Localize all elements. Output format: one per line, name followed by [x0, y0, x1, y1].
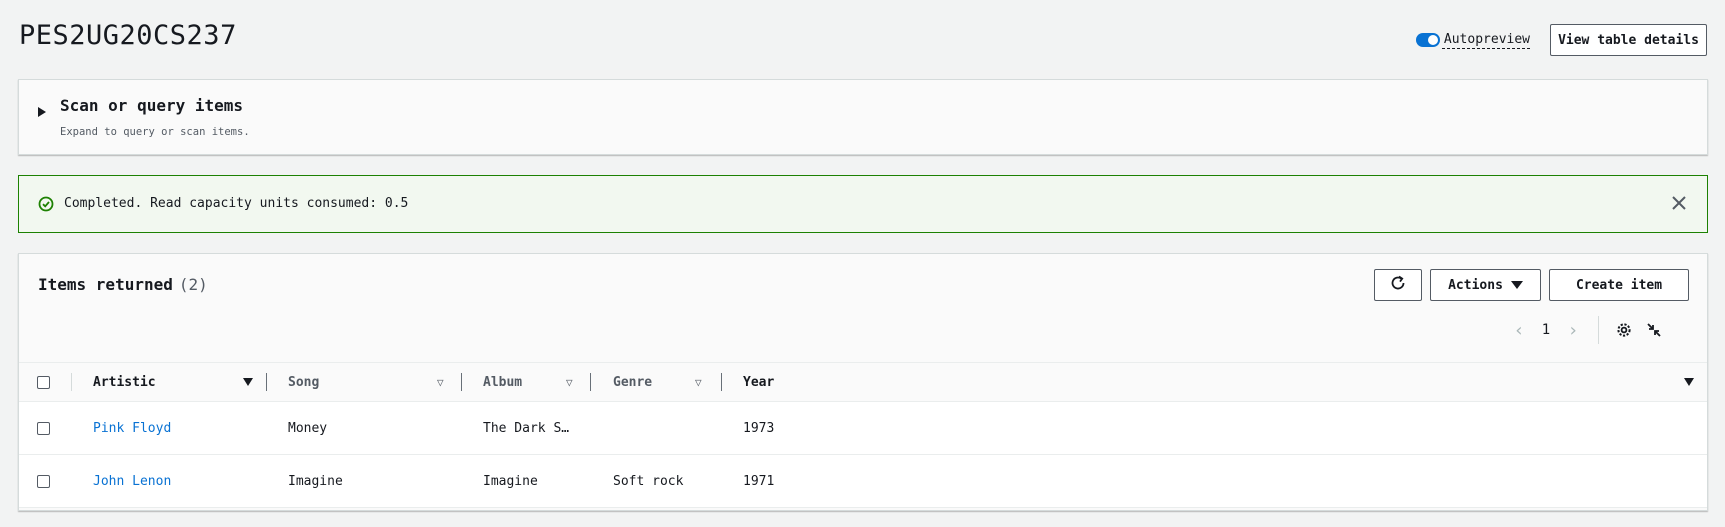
song-cell: Imagine: [288, 473, 343, 489]
row-checkbox[interactable]: [37, 455, 50, 507]
success-flashbar: Completed. Read capacity units consumed:…: [18, 175, 1708, 233]
caret-down-icon: [1510, 281, 1523, 289]
flash-message: Completed. Read capacity units consumed:…: [64, 196, 409, 211]
genre-cell: Soft rock: [613, 473, 684, 489]
autopreview-label[interactable]: Autopreview: [1441, 32, 1530, 49]
items-heading: Items returned (2): [38, 275, 208, 294]
expander-title[interactable]: Scan or query items: [60, 96, 243, 115]
artistic-link[interactable]: John Lenon: [93, 455, 171, 507]
items-table: Artistic Song ▽ Album ▽ Genre ▽ Year Pin…: [19, 362, 1707, 508]
table-row[interactable]: John Lenon Imagine Imagine Soft rock 197…: [19, 455, 1707, 508]
check-circle-icon: [38, 196, 54, 216]
items-returned-panel: Items returned (2) Actions Create item ‹ …: [18, 253, 1708, 511]
sort-icon[interactable]: ▽: [437, 376, 444, 389]
page-title: PES2UG20CS237: [19, 20, 237, 51]
create-item-button[interactable]: Create item: [1549, 269, 1689, 301]
refresh-icon: [1389, 274, 1407, 296]
page-number[interactable]: 1: [1530, 322, 1562, 338]
gear-icon[interactable]: [1609, 322, 1639, 338]
refresh-button[interactable]: [1374, 269, 1422, 301]
song-cell: Money: [288, 420, 328, 436]
toggle-switch[interactable]: [1415, 33, 1440, 47]
sort-icon[interactable]: ▽: [566, 376, 573, 389]
scan-query-expander[interactable]: Scan or query items Expand to query or s…: [18, 79, 1708, 155]
sort-desc-icon[interactable]: [243, 378, 253, 386]
collapse-arrows-icon[interactable]: [1639, 322, 1669, 338]
album-cell: Imagine: [483, 473, 538, 489]
album-cell: The Dark S…: [483, 420, 570, 436]
chevron-left-icon[interactable]: ‹: [1508, 320, 1530, 341]
actions-label: Actions: [1448, 277, 1503, 293]
actions-button[interactable]: Actions: [1430, 269, 1541, 301]
table-row[interactable]: Pink Floyd Money The Dark S… 1973: [19, 402, 1707, 455]
select-all-checkbox[interactable]: [37, 363, 50, 401]
items-count: (2): [178, 275, 208, 294]
row-checkbox[interactable]: [37, 402, 50, 454]
column-header-year[interactable]: Year: [743, 363, 774, 401]
sort-icon[interactable]: ▽: [695, 376, 702, 389]
autopreview-toggle[interactable]: Autopreview: [1415, 32, 1530, 49]
expander-description: Expand to query or scan items.: [60, 126, 250, 138]
caret-right-icon[interactable]: [38, 107, 46, 117]
artistic-link[interactable]: Pink Floyd: [93, 402, 171, 454]
table-header-row: Artistic Song ▽ Album ▽ Genre ▽ Year: [19, 362, 1707, 402]
column-header-genre[interactable]: Genre: [613, 363, 652, 401]
year-cell: 1973: [743, 420, 775, 436]
header-actions: Autopreview View table details: [1415, 24, 1707, 56]
items-toolbar: Actions Create item: [1374, 269, 1689, 301]
sort-desc-icon[interactable]: [1684, 378, 1694, 386]
column-header-artistic[interactable]: Artistic: [93, 363, 156, 401]
close-icon[interactable]: [1671, 195, 1687, 215]
year-cell: 1971: [743, 473, 775, 489]
column-header-album[interactable]: Album: [483, 363, 522, 401]
pager-divider: [1598, 316, 1599, 344]
view-table-details-button[interactable]: View table details: [1550, 24, 1707, 56]
chevron-right-icon[interactable]: ›: [1562, 320, 1584, 341]
items-heading-label: Items returned: [38, 275, 173, 294]
column-header-song[interactable]: Song: [288, 363, 319, 401]
pagination: ‹ 1 ›: [1508, 316, 1669, 344]
